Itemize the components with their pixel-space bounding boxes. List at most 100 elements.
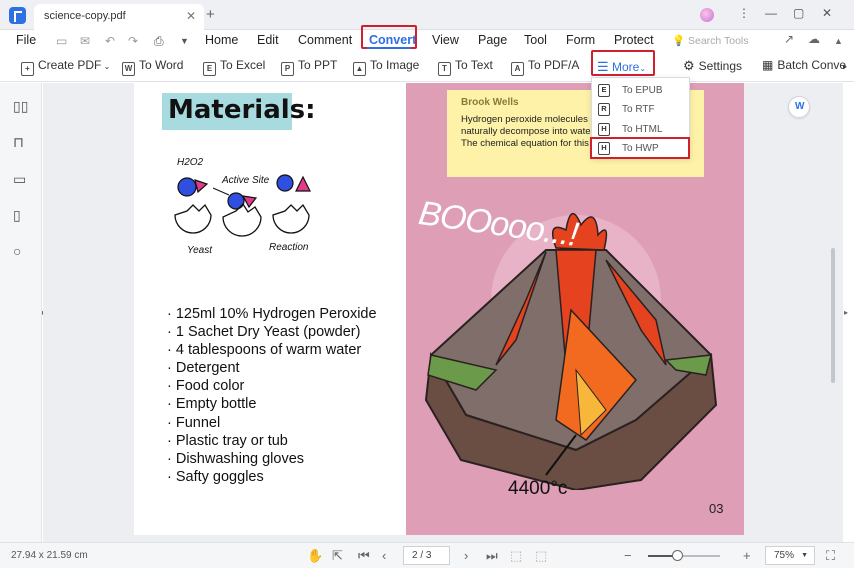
menu-tool[interactable]: Tool	[524, 33, 547, 47]
zoom-slider[interactable]	[648, 550, 720, 561]
gear-icon: ⚙	[683, 58, 695, 73]
list-item: Safty goggles	[167, 468, 377, 486]
zoom-level-select[interactable]: 75% ▼	[765, 546, 815, 565]
create-pdf-button[interactable]: + Create PDF ⌄	[21, 58, 110, 76]
menu-page[interactable]: Page	[478, 33, 507, 47]
h2o2-label: H2O2	[177, 157, 204, 168]
document-tab[interactable]: science-copy.pdf ✕	[34, 4, 204, 30]
next-page-icon[interactable]: ›	[464, 548, 468, 563]
convert-toolbar: + Create PDF ⌄ W To Word E To Excel P To PPT…	[0, 52, 854, 82]
more-options-icon[interactable]: ⋮	[738, 6, 750, 20]
dropdown-item-to-epub[interactable]: E To EPUB	[596, 82, 686, 100]
menu-edit[interactable]: Edit	[257, 33, 279, 47]
page-dimensions: 27.94 x 21.59 cm	[11, 550, 88, 561]
toolbar-scroll-right-icon[interactable]: ▸	[843, 62, 847, 71]
bookmark-icon[interactable]: ⊓	[13, 134, 24, 151]
vertical-scrollbar[interactable]	[831, 248, 835, 383]
comment-icon[interactable]: ▭	[13, 171, 26, 188]
list-item: Plastic tray or tub	[167, 432, 377, 450]
hand-tool-icon[interactable]: ✋	[307, 548, 323, 564]
create-pdf-label: Create PDF	[38, 58, 102, 72]
title-bar: science-copy.pdf ✕ + ⋮ — ▢ ✕	[0, 0, 854, 30]
document-tab-title: science-copy.pdf	[44, 10, 126, 22]
mail-icon[interactable]: ✉	[80, 34, 90, 48]
collapse-ribbon-icon[interactable]: ▲	[834, 36, 843, 46]
materials-list: 125ml 10% Hydrogen Peroxide 1 Sachet Dry…	[167, 305, 377, 486]
fullscreen-icon[interactable]: ⛶	[826, 548, 835, 564]
to-pdfa-button[interactable]: A To PDF/A	[511, 58, 579, 76]
zoom-slider-thumb[interactable]	[671, 550, 683, 561]
first-page-icon[interactable]: ⏮	[358, 548, 370, 564]
more-label: More	[612, 60, 640, 74]
maximize-icon[interactable]: ▢	[793, 6, 804, 20]
batch-convert-button[interactable]: ▦ Batch Conve	[762, 58, 846, 72]
search-icon[interactable]: ○	[13, 243, 21, 259]
avatar[interactable]	[700, 8, 714, 22]
chevron-down-icon: ⌄	[101, 62, 111, 71]
settings-button[interactable]: ⚙ Settings	[683, 58, 742, 74]
share-icon[interactable]: ↗	[784, 32, 794, 46]
search-tools-placeholder: Search Tools	[688, 35, 749, 47]
thumbnails-icon[interactable]: ▯▯	[13, 98, 28, 115]
chevron-down-icon: ⌄	[639, 64, 647, 73]
list-item: Empty bottle	[167, 395, 377, 413]
list-item: 125ml 10% Hydrogen Peroxide	[167, 305, 377, 323]
previous-page-icon[interactable]: ‹	[382, 548, 386, 563]
list-item: 4 tablespoons of warm water	[167, 341, 377, 359]
zoom-out-icon[interactable]: −	[624, 548, 632, 563]
quick-access-dropdown-icon[interactable]: ▼	[180, 36, 189, 46]
temperature-label: 4400°c	[508, 478, 568, 499]
yeast-label: Yeast	[187, 245, 213, 256]
expand-right-panel-icon[interactable]: ▸	[844, 308, 848, 317]
search-tools[interactable]: 💡 Search Tools	[672, 34, 749, 47]
to-image-button[interactable]: ▲ To Image	[353, 58, 419, 76]
app-logo-icon	[9, 7, 26, 24]
create-pdf-icon: +	[21, 62, 34, 76]
settings-label: Settings	[698, 59, 743, 73]
list-item: Funnel	[167, 414, 377, 432]
menu-file[interactable]: File	[16, 33, 36, 47]
active-tab-indicator	[367, 47, 411, 49]
materials-heading: Materials:	[162, 93, 316, 130]
select-tool-icon[interactable]: ⇱	[332, 548, 343, 564]
menu-form[interactable]: Form	[566, 33, 595, 47]
menu-view[interactable]: View	[432, 33, 459, 47]
to-excel-button[interactable]: E To Excel	[203, 58, 265, 76]
last-page-icon[interactable]: ⏭	[486, 548, 498, 564]
menu-comment[interactable]: Comment	[298, 33, 352, 47]
page-number-input[interactable]: 2 / 3	[403, 546, 450, 565]
zoom-in-icon[interactable]: +	[743, 548, 751, 563]
convert-highlight-box	[361, 25, 417, 49]
rtf-file-icon: R	[598, 103, 610, 116]
list-item: Dishwashing gloves	[167, 450, 377, 468]
save-icon[interactable]: ▭	[56, 34, 67, 48]
fit-page-icon[interactable]: ⬚	[535, 548, 547, 564]
print-icon[interactable]: ⎙	[154, 34, 164, 49]
word-convert-floating-icon[interactable]	[788, 96, 810, 118]
to-image-label: To Image	[370, 58, 420, 72]
close-tab-icon[interactable]: ✕	[186, 9, 196, 23]
more-button[interactable]: ☰ More⌄	[597, 59, 646, 75]
cloud-upload-icon[interactable]: ☁	[808, 32, 820, 46]
to-ppt-button[interactable]: P To PPT	[281, 58, 337, 76]
chevron-down-icon: ▼	[801, 552, 808, 559]
minimize-icon[interactable]: —	[765, 6, 777, 20]
ppt-file-icon: P	[281, 62, 294, 76]
undo-icon[interactable]: ↶	[105, 34, 115, 48]
list-item: Detergent	[167, 359, 377, 377]
to-pdfa-label: To PDF/A	[528, 58, 580, 72]
dropdown-item-to-rtf[interactable]: R To RTF	[596, 101, 686, 119]
dropdown-item-label: To RTF	[622, 104, 655, 115]
to-ppt-label: To PPT	[298, 58, 338, 72]
redo-icon[interactable]: ↷	[128, 34, 138, 48]
new-tab-icon[interactable]: +	[206, 6, 215, 23]
fit-width-icon[interactable]: ⬚	[510, 548, 522, 564]
to-text-button[interactable]: T To Text	[438, 58, 493, 76]
menu-home[interactable]: Home	[205, 33, 238, 47]
close-window-icon[interactable]: ✕	[822, 6, 832, 20]
dropdown-item-label: To HTML	[622, 124, 663, 135]
hamburger-icon: ☰	[597, 59, 609, 74]
to-word-button[interactable]: W To Word	[122, 58, 183, 76]
menu-protect[interactable]: Protect	[614, 33, 654, 47]
attachment-icon[interactable]: ▯	[13, 207, 21, 224]
